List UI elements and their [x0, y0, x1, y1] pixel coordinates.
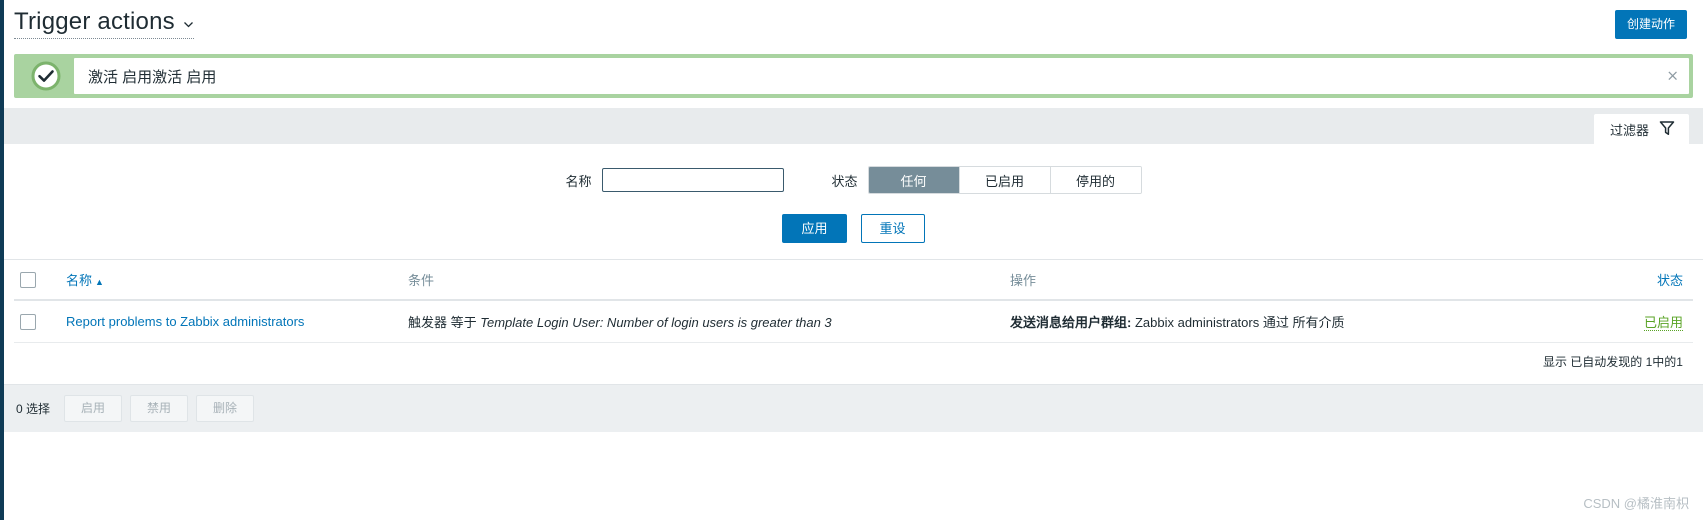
- row-status-cell: 已启用: [1486, 300, 1693, 343]
- filter-tab-label: 过滤器: [1609, 122, 1649, 138]
- message-body: 激活 启用激活 启用 ×: [74, 58, 1689, 94]
- status-option-disabled[interactable]: 停用的: [1050, 167, 1141, 193]
- page-title[interactable]: Trigger actions: [14, 7, 194, 40]
- condition-prefix: 触发器 等于: [408, 315, 481, 330]
- selected-count-label: 0 选择: [16, 402, 51, 416]
- apply-button[interactable]: 应用: [782, 214, 847, 243]
- column-header-status[interactable]: 状态: [1486, 260, 1693, 301]
- select-all-checkbox[interactable]: [20, 271, 36, 288]
- row-condition-cell: 触发器 等于 Template Login User: Number of lo…: [402, 300, 1004, 343]
- actions-table-wrapper: 名称 ▲ 条件 操作 状态 Report problems to Zabbix a…: [4, 260, 1703, 384]
- filter-fields-row: 名称 状态 任何 已启用 停用的: [4, 166, 1703, 194]
- status-segmented-control: 任何 已启用 停用的: [867, 166, 1142, 194]
- funnel-icon: [1659, 120, 1675, 139]
- zabbix-trigger-actions-page: Trigger actions 创建动作 激活 启用激活 启用 × 过滤器 名称…: [0, 0, 1703, 520]
- page-filler: [4, 432, 1703, 520]
- column-header-name[interactable]: 名称 ▲: [60, 260, 402, 301]
- action-name-link[interactable]: Report problems to Zabbix administrators: [66, 314, 304, 329]
- column-header-condition: 条件: [402, 260, 1004, 301]
- operation-value: Zabbix administrators 通过 所有介质: [1131, 315, 1345, 330]
- create-action-button[interactable]: 创建动作: [1614, 9, 1687, 39]
- actions-table: 名称 ▲ 条件 操作 状态 Report problems to Zabbix a…: [14, 260, 1693, 343]
- bulk-action-bar: 0 选择 启用 禁用 删除: [4, 384, 1703, 432]
- chevron-down-icon[interactable]: [183, 19, 194, 30]
- status-badge[interactable]: 已启用: [1643, 315, 1683, 331]
- filter-spacer: [784, 180, 832, 181]
- message-text: 激活 启用激活 启用: [88, 68, 217, 86]
- filter-panel: 名称 状态 任何 已启用 停用的 应用 重设: [4, 144, 1703, 260]
- column-header-name-label: 名称: [66, 273, 93, 288]
- status-option-any[interactable]: 任何: [868, 167, 960, 193]
- row-name-cell: Report problems to Zabbix administrators: [60, 300, 402, 343]
- filter-actions: 应用 重设: [4, 214, 1703, 243]
- row-checkbox[interactable]: [20, 313, 36, 330]
- sidebar-rail: [0, 0, 4, 520]
- name-filter-input[interactable]: [601, 168, 784, 192]
- check-circle-icon: [18, 58, 74, 94]
- enable-button[interactable]: 启用: [64, 395, 123, 422]
- row-operations-cell: 发送消息给用户群组: Zabbix administrators 通过 所有介质: [1004, 300, 1486, 343]
- table-row: Report problems to Zabbix administrators…: [14, 300, 1693, 343]
- row-select-cell: [14, 300, 60, 343]
- table-header-row: 名称 ▲ 条件 操作 状态: [14, 260, 1693, 301]
- column-header-operations: 操作: [1004, 260, 1486, 301]
- table-head: 名称 ▲ 条件 操作 状态: [14, 260, 1693, 301]
- filter-tab-strip: 过滤器: [4, 108, 1703, 144]
- delete-button[interactable]: 删除: [196, 395, 255, 422]
- status-filter-label: 状态: [831, 173, 858, 189]
- status-option-enabled[interactable]: 已启用: [959, 167, 1051, 193]
- page-container: Trigger actions 创建动作 激活 启用激活 启用 × 过滤器 名称…: [4, 0, 1703, 520]
- message-banner-wrapper: 激活 启用激活 启用 ×: [4, 48, 1703, 98]
- disable-button[interactable]: 禁用: [130, 395, 189, 422]
- tab-filter[interactable]: 过滤器: [1593, 114, 1689, 144]
- table-body: Report problems to Zabbix administrators…: [14, 300, 1693, 343]
- condition-value: Template Login User: Number of login use…: [480, 315, 832, 330]
- name-filter-label: 名称: [565, 173, 592, 189]
- select-all-header: [14, 260, 60, 301]
- table-summary: 显示 已自动发现的 1中的1: [14, 343, 1693, 384]
- page-header: Trigger actions 创建动作: [4, 0, 1703, 48]
- page-title-label: Trigger actions: [14, 7, 175, 35]
- close-icon[interactable]: ×: [1666, 68, 1679, 84]
- operation-prefix: 发送消息给用户群组:: [1010, 315, 1132, 330]
- success-message-banner: 激活 启用激活 启用 ×: [14, 54, 1693, 98]
- reset-button[interactable]: 重设: [860, 214, 925, 243]
- sort-ascending-icon: ▲: [95, 277, 104, 287]
- watermark: CSDN @橘淮南枳: [1583, 496, 1689, 511]
